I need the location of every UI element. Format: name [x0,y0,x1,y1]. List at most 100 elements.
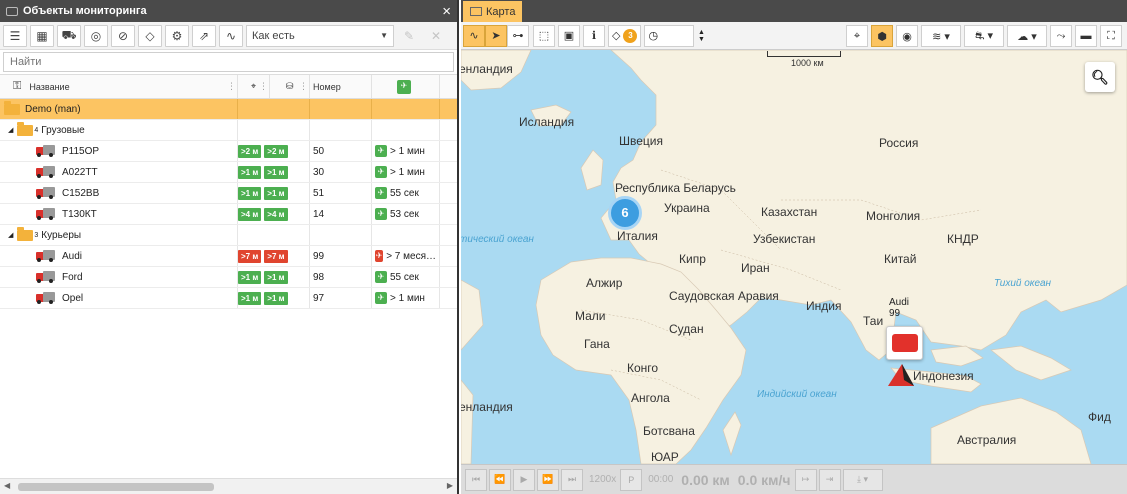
column-location[interactable]: ⌖ ⋮ [238,75,270,98]
tab-map[interactable]: Карта [463,1,523,22]
gear-icon[interactable]: ⚙ [165,24,189,47]
playback-speed[interactable]: 1200x [589,474,616,485]
unit-name: Audi [889,297,910,308]
sort-dropdown[interactable]: Как есть ▼ [246,24,394,47]
map-label: Исландия [519,115,575,129]
route-icon[interactable]: ∿ [219,24,243,47]
skip-end-icon[interactable]: ⏭ [561,468,583,491]
select-area-icon[interactable]: ⬚ [533,24,555,47]
weather-icon[interactable]: ☁ ▾ [1007,25,1047,47]
time-input[interactable]: ◷ [644,24,695,47]
connection-cell: ✈ > 7 меся… [372,246,440,266]
step-end-icon[interactable]: ⇥ [818,468,841,491]
connection-cell [372,120,440,140]
navigate-icon[interactable]: ➤ [485,24,507,47]
edit-icon[interactable]: ✎ [397,25,421,47]
scroll-right-icon[interactable]: ▶ [447,481,453,490]
column-resize-handle[interactable]: ⋮ [299,81,308,92]
vehicles-icon[interactable]: ⛟ [57,24,81,47]
root-group-row[interactable]: Demo (man) [0,99,457,120]
forward-icon[interactable]: ⏩ [537,468,559,491]
truck-icon [36,292,56,304]
table-row[interactable]: Opel >1 м >1 м 97 ✈ > 1 мин [0,288,457,309]
group-row[interactable]: ◢ 3 Курьеры [0,225,457,246]
truck-icon [36,208,56,220]
search-input[interactable] [3,52,454,72]
table-row[interactable]: А022ТТ >1 м >1 м 30 ✈ > 1 мин [0,162,457,183]
column-data[interactable]: ⛁ ⋮ [270,75,310,98]
map-panel: Карта ∿ ➤ ⊶ ⬚ ▣ ℹ ◇ 3 ◷ ▲▼ ⌖ ⬢ ◉ ≋ ▾ ⛐ [461,0,1127,494]
list-icon[interactable]: ☰ [3,24,27,47]
tags-count-badge: 3 [623,28,638,43]
route-nodes-icon[interactable]: ⊶ [507,24,529,47]
root-group-label: Demo (man) [25,103,81,115]
pin-icon[interactable]: ◉ [896,25,918,47]
horizontal-scrollbar[interactable]: ◀ ▶ [0,478,457,494]
satellite-icon: ✈ [375,145,387,157]
hidden-icon[interactable]: ⊘ [111,24,135,47]
download-icon[interactable]: ⤓ ▾ [842,468,883,491]
unit-cluster[interactable]: 6 [608,196,642,230]
table-row[interactable]: Ford >1 м >1 м 98 ✈ 55 сек [0,267,457,288]
parking-button[interactable]: P [620,468,643,491]
column-resize-handle[interactable]: ⋮ [259,81,268,92]
geofence-icon[interactable]: ◎ [84,24,108,47]
map-label: Монголия [866,209,921,223]
group-row[interactable]: ◢ 4 Грузовые [0,120,457,141]
collapse-triangle-icon[interactable]: ◢ [8,126,13,134]
collapse-triangle-icon[interactable]: ◢ [8,231,13,239]
vehicle-layer-icon[interactable]: ⬢ [871,25,893,47]
connection-cell [372,225,440,245]
step-forward-icon[interactable]: ↦ [794,468,817,491]
playback-speed-value: 0.0 км/ч [737,471,791,488]
close-icon[interactable]: × [442,4,451,19]
truck-icon [36,271,56,283]
chevron-up-icon[interactable]: ▲ [698,29,705,36]
skip-start-icon[interactable]: ⏮ [465,468,487,491]
status-badge: >1 м [238,186,262,200]
scrollbar-thumb[interactable] [18,483,214,491]
map-label: Алжир [586,276,623,290]
column-name-label: Название [29,81,70,92]
map-label: Республика Беларусь [615,181,736,195]
clear-icon[interactable]: ✕ [424,25,448,47]
column-name[interactable]: ⚿ Название ⋮ [0,75,238,98]
info-icon[interactable]: ℹ [583,24,605,47]
table-row[interactable]: С152ВВ >1 м >1 м 51 ✈ 55 сек [0,183,457,204]
ruler-icon[interactable]: ▬ [1075,25,1097,47]
unit-number: 98 [313,271,325,283]
layers-icon[interactable]: ≋ ▾ [921,25,961,47]
column-number[interactable]: Номер [310,75,372,98]
unit-marker[interactable] [886,326,923,360]
image-icon[interactable]: ▣ [558,24,580,47]
route-tool-icon[interactable]: ⤳ [1050,25,1072,47]
map-search-button[interactable]: 🔍︎ [1085,62,1115,92]
tag-icon[interactable]: ◇ [138,24,162,47]
column-resize-handle[interactable]: ⋮ [227,81,236,92]
satellite-icon: ✈ [375,187,387,199]
map-canvas[interactable]: 1000 км енландия Исландия Швеция Россия … [461,50,1127,464]
table-row[interactable]: Audi >7 м >7 м 99 ✈ > 7 меся… [0,246,457,267]
table-row[interactable]: Т130КТ >4 м >4 м 14 ✈ 53 сек [0,204,457,225]
lock-icon[interactable]: ⚿ [13,80,21,93]
rewind-icon[interactable]: ⏪ [489,468,511,491]
map-label: Казахстан [761,205,818,219]
chevron-down-icon[interactable]: ▼ [698,36,705,43]
time-stepper[interactable]: ▲ ▼ [694,25,708,47]
table-icon[interactable]: ▦ [30,24,54,47]
column-connection[interactable]: ✈ [372,75,440,98]
status-cell [238,99,310,119]
track-icon[interactable]: ∿ [463,24,485,47]
status-cell: >7 м >7 м [238,246,310,266]
status-badge: >4 м [264,207,288,221]
truck-icon [36,250,56,262]
traffic-icon[interactable]: ⛐ ▾ [964,25,1004,47]
export-icon[interactable]: ⇗ [192,24,216,47]
tags-button[interactable]: ◇ 3 [608,24,642,47]
locate-icon[interactable]: ⌖ [846,25,868,47]
map-label: КНДР [947,232,979,246]
scroll-left-icon[interactable]: ◀ [4,481,10,490]
fullscreen-icon[interactable]: ⛶ [1100,25,1122,47]
play-icon[interactable]: ▶ [513,468,535,491]
table-row[interactable]: Р115ОР >2 м >2 м 50 ✈ > 1 мин [0,141,457,162]
